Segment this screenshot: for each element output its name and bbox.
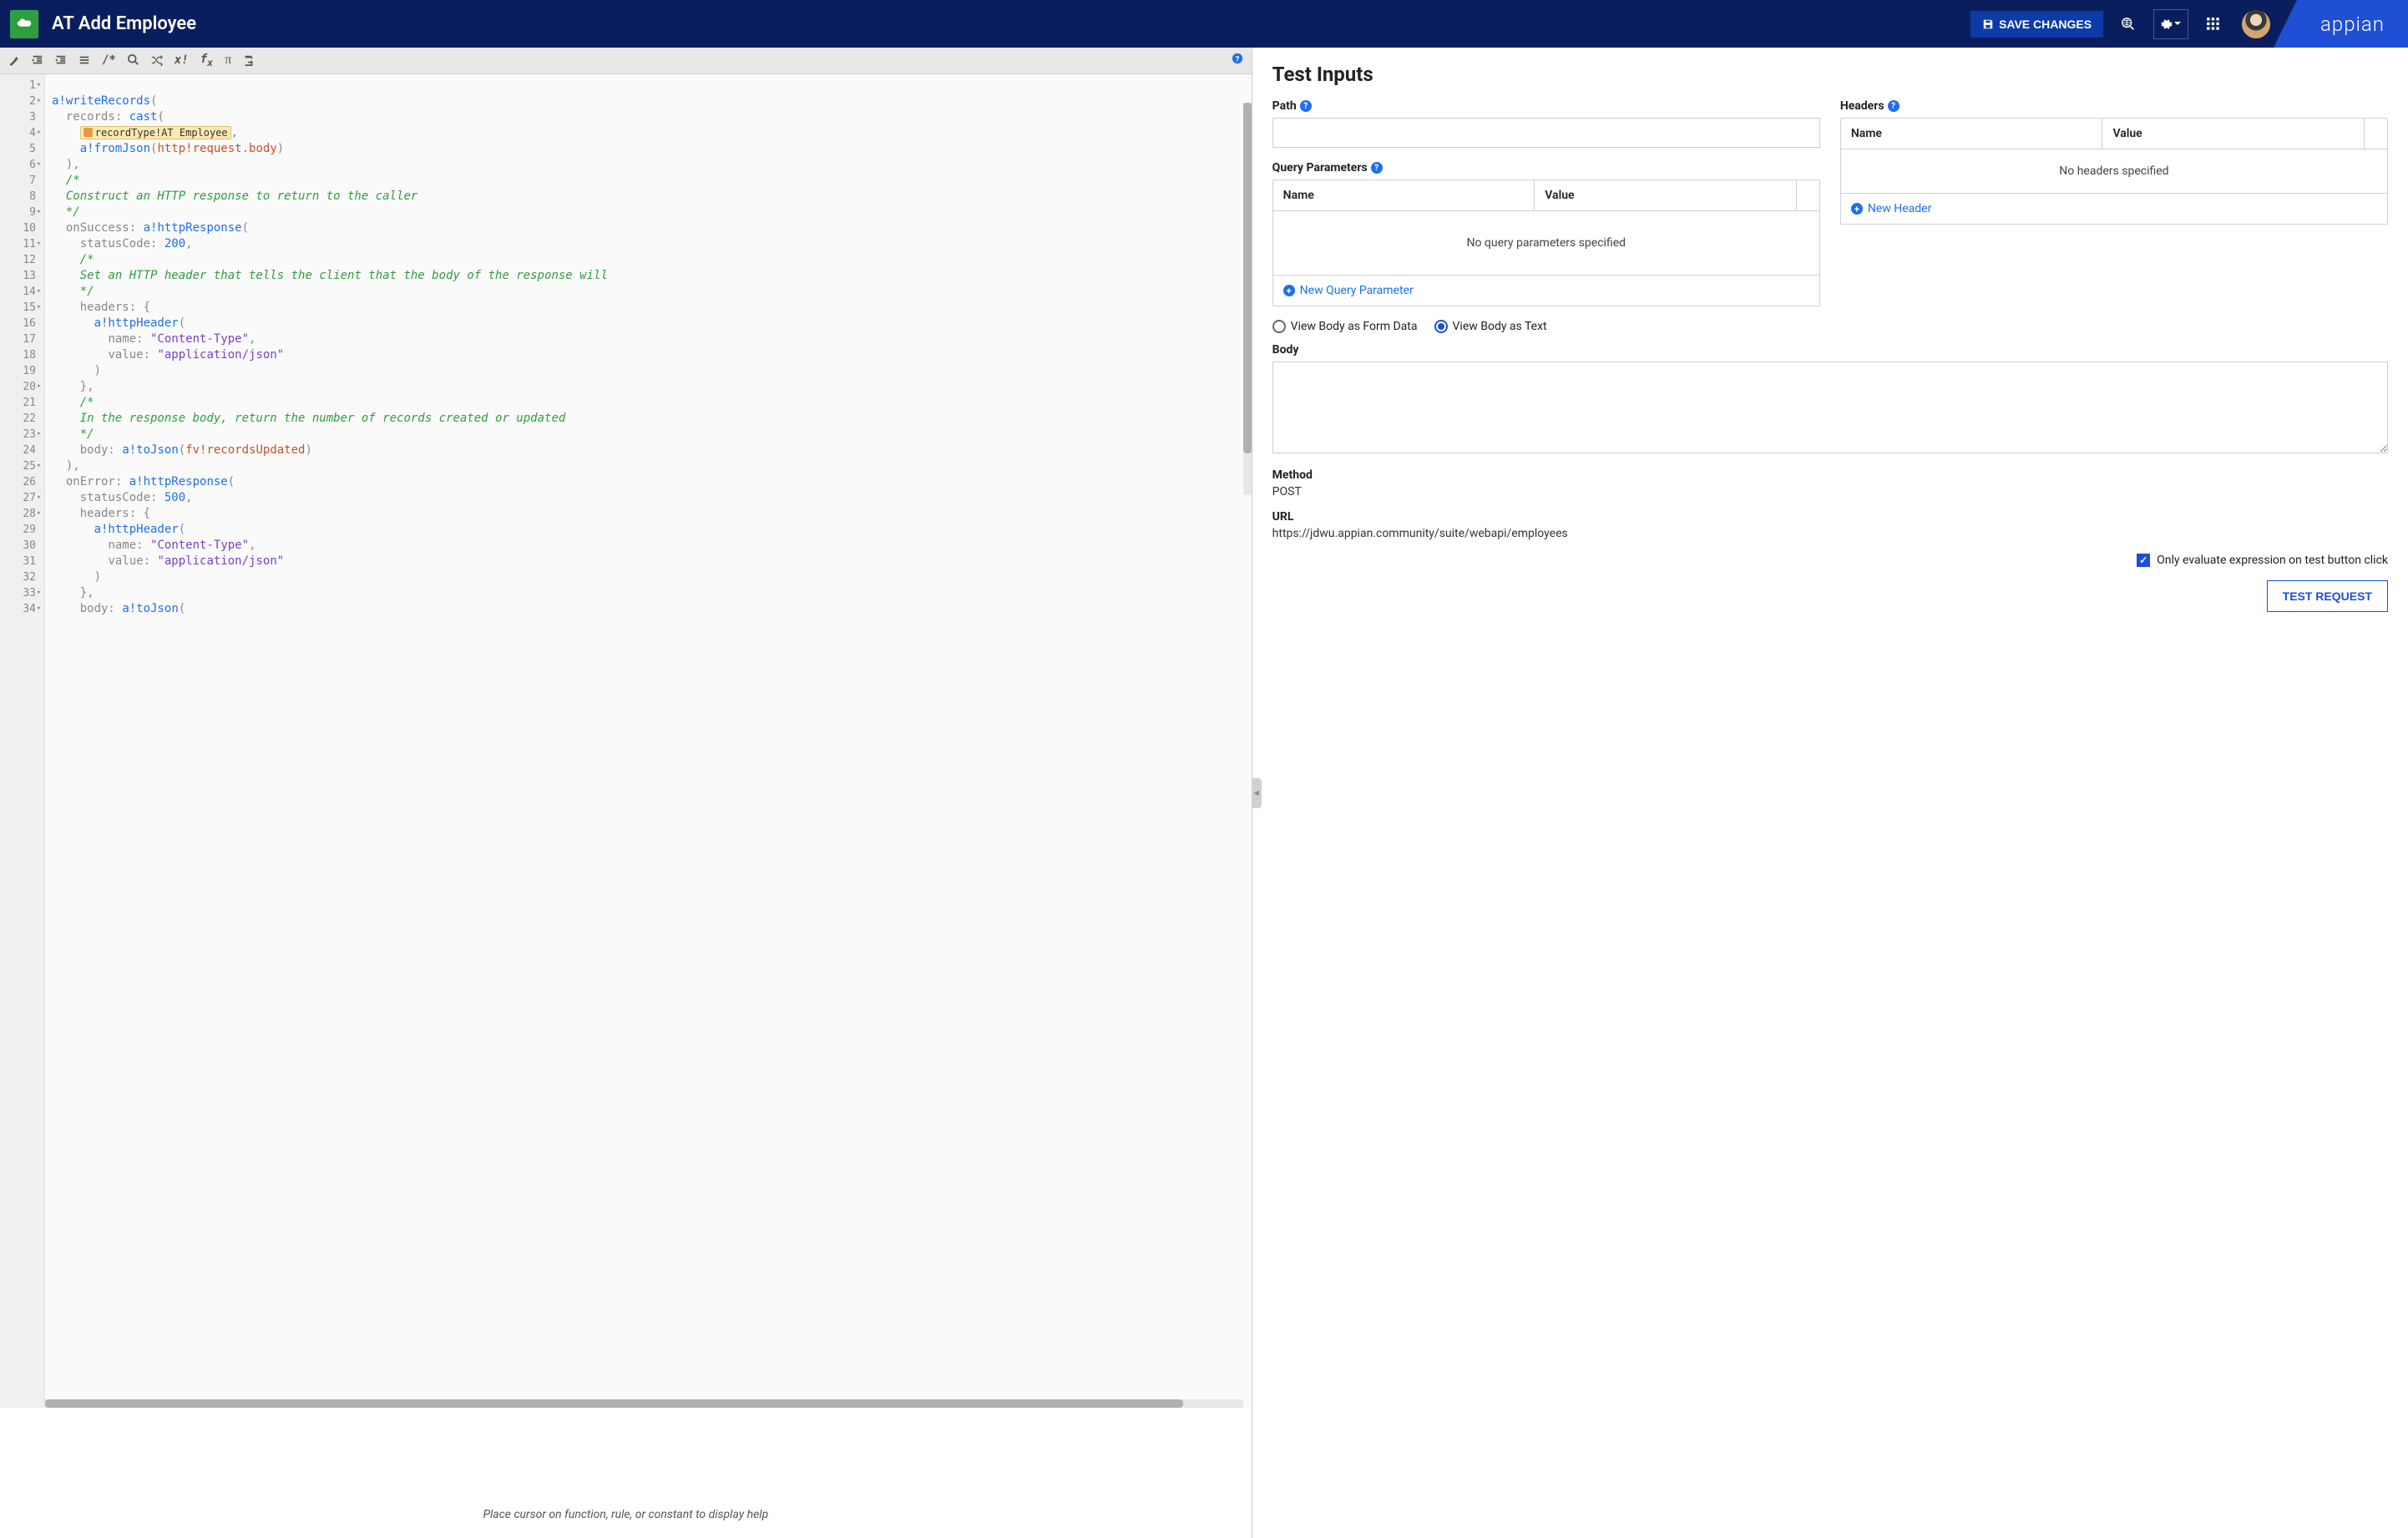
svg-text:?: ?	[1235, 55, 1239, 64]
line-gutter: 1234567891011121314151617181920212223242…	[0, 74, 45, 1408]
code-editor[interactable]: 1234567891011121314151617181920212223242…	[0, 74, 1252, 1408]
pi-icon[interactable]: π	[225, 53, 231, 68]
test-inputs-title: Test Inputs	[1272, 63, 2388, 86]
shuffle-icon[interactable]	[151, 54, 163, 66]
new-query-parameter-link[interactable]: +New Query Parameter	[1273, 276, 1819, 306]
body-textarea[interactable]	[1272, 362, 2388, 453]
view-text-radio[interactable]: View Body as Text	[1434, 320, 1547, 333]
path-input[interactable]	[1272, 118, 1820, 148]
editor-panel: /* x! fx π ? 123456789101112131415161718…	[0, 48, 1252, 1538]
comment-icon[interactable]: /*	[102, 53, 116, 67]
fx-icon[interactable]: fx	[200, 53, 213, 68]
apps-grid-icon[interactable]	[2198, 9, 2228, 39]
view-form-data-radio[interactable]: View Body as Form Data	[1272, 320, 1418, 333]
new-header-link[interactable]: +New Header	[1841, 194, 2387, 224]
record-type-chip[interactable]: recordType!AT Employee	[80, 126, 231, 139]
chevron-down-icon	[2174, 22, 2181, 26]
export-icon[interactable]	[243, 54, 255, 66]
outdent-icon[interactable]	[32, 54, 43, 66]
search-globe-icon[interactable]	[2113, 9, 2143, 39]
x-factorial-icon[interactable]: x!	[175, 53, 189, 67]
magic-wand-icon[interactable]	[8, 54, 20, 66]
user-avatar[interactable]	[2242, 10, 2270, 38]
code-content[interactable]: a!writeRecords( records: cast( recordTyp…	[45, 74, 1252, 1408]
header-actions: SAVE CHANGES appian	[1970, 0, 2408, 48]
help-icon[interactable]: ?	[1300, 100, 1312, 112]
path-section: Path? Query Parameters? Name Value No qu…	[1272, 99, 1820, 306]
app-logo	[10, 10, 38, 38]
appian-brand: appian	[2297, 0, 2408, 48]
help-icon[interactable]: ?	[1888, 100, 1900, 112]
query-params-table: Name Value No query parameters specified…	[1272, 180, 1820, 306]
headers-section: Headers? Name Value No headers specified…	[1840, 99, 2388, 306]
save-button[interactable]: SAVE CHANGES	[1970, 11, 2103, 38]
vertical-scrollbar[interactable]	[1243, 103, 1252, 495]
indent-icon[interactable]	[55, 54, 67, 66]
body-view-radio: View Body as Form Data View Body as Text	[1272, 320, 2388, 333]
search-icon[interactable]	[128, 54, 139, 66]
test-request-button[interactable]: TEST REQUEST	[2267, 580, 2388, 612]
headers-table: Name Value No headers specified +New Hea…	[1840, 118, 2388, 225]
main: /* x! fx π ? 123456789101112131415161718…	[0, 48, 2408, 1538]
page-title: AT Add Employee	[52, 13, 1970, 34]
settings-dropdown[interactable]	[2153, 9, 2188, 39]
test-panel: Test Inputs Path? Query Parameters? Name…	[1252, 48, 2408, 1538]
url-field: URL https://jdwu.appian.community/suite/…	[1272, 510, 2388, 540]
help-hint: Place cursor on function, rule, or const…	[0, 1408, 1252, 1538]
method-field: Method POST	[1272, 468, 2388, 498]
help-icon[interactable]: ?	[1371, 162, 1383, 174]
only-evaluate-checkbox[interactable]	[2137, 554, 2150, 567]
list-icon[interactable]	[78, 54, 90, 66]
collapse-handle[interactable]	[1252, 778, 1262, 808]
help-icon[interactable]: ?	[1232, 53, 1243, 68]
header: AT Add Employee SAVE CHANGES appian	[0, 0, 2408, 48]
only-evaluate-checkbox-row: Only evaluate expression on test button …	[1272, 554, 2388, 567]
editor-toolbar: /* x! fx π ?	[0, 48, 1252, 74]
horizontal-scrollbar[interactable]	[45, 1399, 1243, 1408]
